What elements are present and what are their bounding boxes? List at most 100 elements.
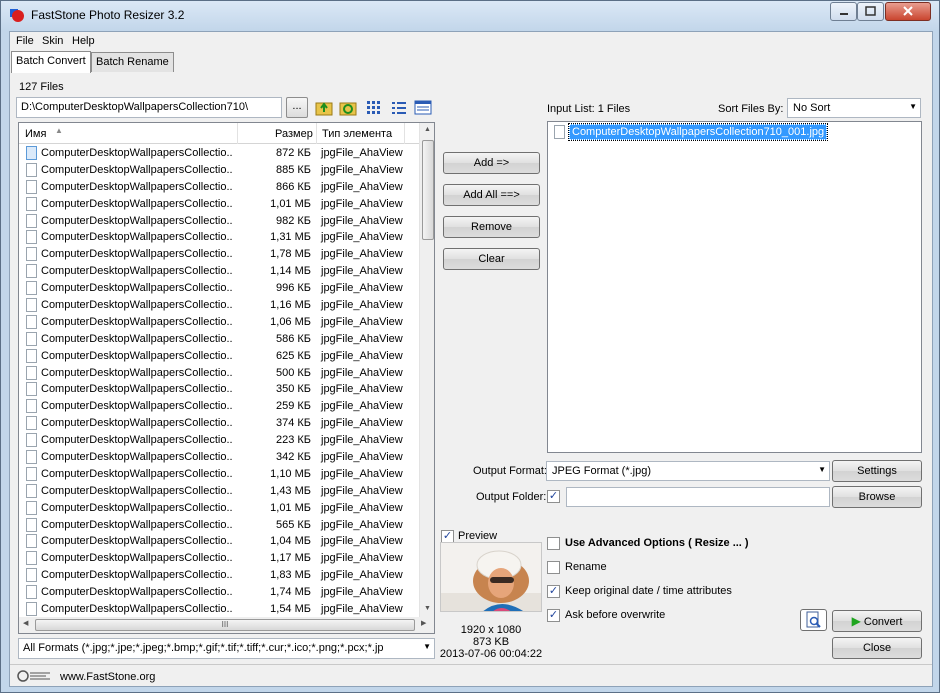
add-button[interactable]: Add => bbox=[443, 152, 540, 174]
table-row[interactable]: ComputerDesktopWallpapersCollectio... 350… bbox=[19, 381, 419, 398]
output-folder-checkbox[interactable]: ✓ bbox=[547, 490, 560, 503]
table-row[interactable]: ComputerDesktopWallpapersCollectio... 1,4… bbox=[19, 483, 419, 500]
file-type: jpgFile_AhaView bbox=[321, 163, 403, 176]
table-row[interactable]: ComputerDesktopWallpapersCollectio... 1,1… bbox=[19, 297, 419, 314]
tab-batch-rename[interactable]: Batch Rename bbox=[91, 52, 174, 72]
advanced-options-checkbox[interactable] bbox=[547, 537, 560, 550]
file-format-filter[interactable]: All Formats (*.jpg;*.jpe;*.jpeg;*.bmp;*.… bbox=[18, 638, 435, 659]
file-icon bbox=[26, 348, 37, 363]
website-link[interactable]: www.FastStone.org bbox=[60, 671, 155, 683]
file-type: jpgFile_AhaView bbox=[321, 349, 403, 362]
folder-up-icon[interactable] bbox=[315, 99, 333, 116]
file-name: ComputerDesktopWallpapersCollectio... bbox=[41, 180, 233, 193]
advanced-options-label[interactable]: Use Advanced Options ( Resize ... ) bbox=[565, 537, 749, 549]
table-row[interactable]: ComputerDesktopWallpapersCollectio... 1,1… bbox=[19, 466, 419, 483]
horizontal-scrollbar[interactable]: ◀ III ▶ bbox=[18, 617, 435, 634]
close-window-button[interactable] bbox=[885, 2, 931, 21]
output-format-value: JPEG Format (*.jpg) bbox=[552, 465, 652, 477]
column-size[interactable]: Размер bbox=[275, 128, 313, 140]
table-row[interactable]: ComputerDesktopWallpapersCollectio... 1,1… bbox=[19, 263, 419, 280]
browse-button[interactable]: Browse bbox=[832, 486, 922, 508]
maximize-button[interactable] bbox=[857, 2, 884, 21]
folder-path-field[interactable]: D:\ComputerDesktopWallpapersCollection71… bbox=[16, 97, 282, 118]
table-row[interactable]: ComputerDesktopWallpapersCollectio... 1,8… bbox=[19, 567, 419, 584]
scroll-down-arrow-icon[interactable]: ▼ bbox=[424, 605, 431, 612]
settings-button[interactable]: Settings bbox=[832, 460, 922, 482]
scroll-right-arrow-icon[interactable]: ▶ bbox=[421, 619, 426, 627]
file-name: ComputerDesktopWallpapersCollectio... bbox=[41, 265, 233, 278]
table-row[interactable]: ComputerDesktopWallpapersCollectio... 500… bbox=[19, 365, 419, 382]
file-icon bbox=[26, 213, 37, 228]
horizontal-scroll-thumb[interactable]: III bbox=[35, 619, 415, 631]
table-row[interactable]: ComputerDesktopWallpapersCollectio... 1,0… bbox=[19, 314, 419, 331]
table-row[interactable]: ComputerDesktopWallpapersCollectio... 625… bbox=[19, 348, 419, 365]
column-name[interactable]: Имя bbox=[25, 128, 46, 140]
table-row[interactable]: ComputerDesktopWallpapersCollectio... 866… bbox=[19, 179, 419, 196]
file-size: 982 КБ bbox=[275, 214, 311, 227]
input-file-name: ComputerDesktopWallpapersCollection710_0… bbox=[567, 123, 829, 141]
tab-batch-convert[interactable]: Batch Convert bbox=[11, 51, 91, 73]
file-type: jpgFile_AhaView bbox=[321, 197, 403, 210]
menu-skin[interactable]: Skin bbox=[42, 35, 63, 47]
ask-overwrite-checkbox[interactable]: ✓ bbox=[547, 609, 560, 622]
table-row[interactable]: ComputerDesktopWallpapersCollectio... 1,0… bbox=[19, 196, 419, 213]
menu-file[interactable]: File bbox=[16, 35, 34, 47]
input-file-list[interactable]: ComputerDesktopWallpapersCollection710_0… bbox=[547, 121, 922, 453]
title-bar[interactable]: FastStone Photo Resizer 3.2 bbox=[1, 1, 939, 31]
source-file-list[interactable]: Имя ▲ Размер Тип элемента ComputerDeskto… bbox=[18, 122, 435, 618]
file-type: jpgFile_AhaView bbox=[321, 535, 403, 548]
table-row[interactable]: ComputerDesktopWallpapersCollectio... 872… bbox=[19, 145, 419, 162]
table-row[interactable]: ComputerDesktopWallpapersCollectio... 565… bbox=[19, 517, 419, 534]
rename-checkbox[interactable] bbox=[547, 561, 560, 574]
rename-label[interactable]: Rename bbox=[565, 561, 607, 573]
file-name: ComputerDesktopWallpapersCollectio... bbox=[41, 603, 233, 616]
table-row[interactable]: ComputerDesktopWallpapersCollectio... 1,5… bbox=[19, 601, 419, 617]
output-folder-field[interactable] bbox=[566, 487, 830, 507]
table-row[interactable]: ComputerDesktopWallpapersCollectio... 1,7… bbox=[19, 246, 419, 263]
keep-date-checkbox[interactable]: ✓ bbox=[547, 585, 560, 598]
file-icon bbox=[26, 450, 37, 465]
preview-zoom-button[interactable] bbox=[800, 609, 827, 631]
sort-files-select[interactable]: No Sort ▼ bbox=[787, 98, 921, 118]
menu-help[interactable]: Help bbox=[72, 35, 95, 47]
thumbnail-view-icon[interactable] bbox=[365, 99, 383, 116]
table-row[interactable]: ComputerDesktopWallpapersCollectio... 223… bbox=[19, 432, 419, 449]
file-type: jpgFile_AhaView bbox=[321, 552, 403, 565]
table-row[interactable]: ComputerDesktopWallpapersCollectio... 1,3… bbox=[19, 229, 419, 246]
scroll-left-arrow-icon[interactable]: ◀ bbox=[23, 619, 28, 627]
table-row[interactable]: ComputerDesktopWallpapersCollectio... 342… bbox=[19, 449, 419, 466]
table-row[interactable]: ComputerDesktopWallpapersCollectio... 374… bbox=[19, 415, 419, 432]
clear-button[interactable]: Clear bbox=[443, 248, 540, 270]
table-row[interactable]: ComputerDesktopWallpapersCollectio... 1,0… bbox=[19, 500, 419, 517]
close-button[interactable]: Close bbox=[832, 637, 922, 659]
file-size: 1,01 МБ bbox=[270, 197, 311, 210]
file-type: jpgFile_AhaView bbox=[321, 282, 403, 295]
table-row[interactable]: ComputerDesktopWallpapersCollectio... 1,1… bbox=[19, 550, 419, 567]
refresh-icon[interactable] bbox=[339, 99, 357, 116]
remove-button[interactable]: Remove bbox=[443, 216, 540, 238]
scroll-thumb[interactable] bbox=[422, 140, 434, 240]
browse-folder-button[interactable]: ... bbox=[286, 97, 308, 118]
list-view-icon[interactable] bbox=[390, 99, 408, 116]
table-row[interactable]: ComputerDesktopWallpapersCollectio... 1,7… bbox=[19, 584, 419, 601]
table-row[interactable]: ComputerDesktopWallpapersCollectio... 1,0… bbox=[19, 533, 419, 550]
convert-button[interactable]: ▶ Convert bbox=[832, 610, 922, 632]
table-row[interactable]: ComputerDesktopWallpapersCollectio... 996… bbox=[19, 280, 419, 297]
minimize-button[interactable] bbox=[830, 2, 857, 21]
file-size: 350 КБ bbox=[275, 383, 311, 396]
output-format-select[interactable]: JPEG Format (*.jpg) ▼ bbox=[546, 461, 830, 481]
ask-overwrite-label[interactable]: Ask before overwrite bbox=[565, 609, 665, 621]
add-all-button[interactable]: Add All ==> bbox=[443, 184, 540, 206]
file-name: ComputerDesktopWallpapersCollectio... bbox=[41, 451, 233, 464]
vertical-scrollbar[interactable]: ▲ ▼ bbox=[419, 123, 434, 617]
scroll-up-arrow-icon[interactable]: ▲ bbox=[424, 126, 431, 133]
close-icon bbox=[903, 6, 913, 16]
column-type[interactable]: Тип элемента bbox=[322, 128, 392, 140]
table-row[interactable]: ComputerDesktopWallpapersCollectio... 586… bbox=[19, 331, 419, 348]
details-view-icon[interactable] bbox=[414, 99, 432, 116]
table-row[interactable]: ComputerDesktopWallpapersCollectio... 259… bbox=[19, 398, 419, 415]
table-row[interactable]: ComputerDesktopWallpapersCollectio... 885… bbox=[19, 162, 419, 179]
keep-date-label[interactable]: Keep original date / time attributes bbox=[565, 585, 732, 597]
play-arrow-icon: ▶ bbox=[851, 614, 861, 628]
table-row[interactable]: ComputerDesktopWallpapersCollectio... 982… bbox=[19, 213, 419, 230]
